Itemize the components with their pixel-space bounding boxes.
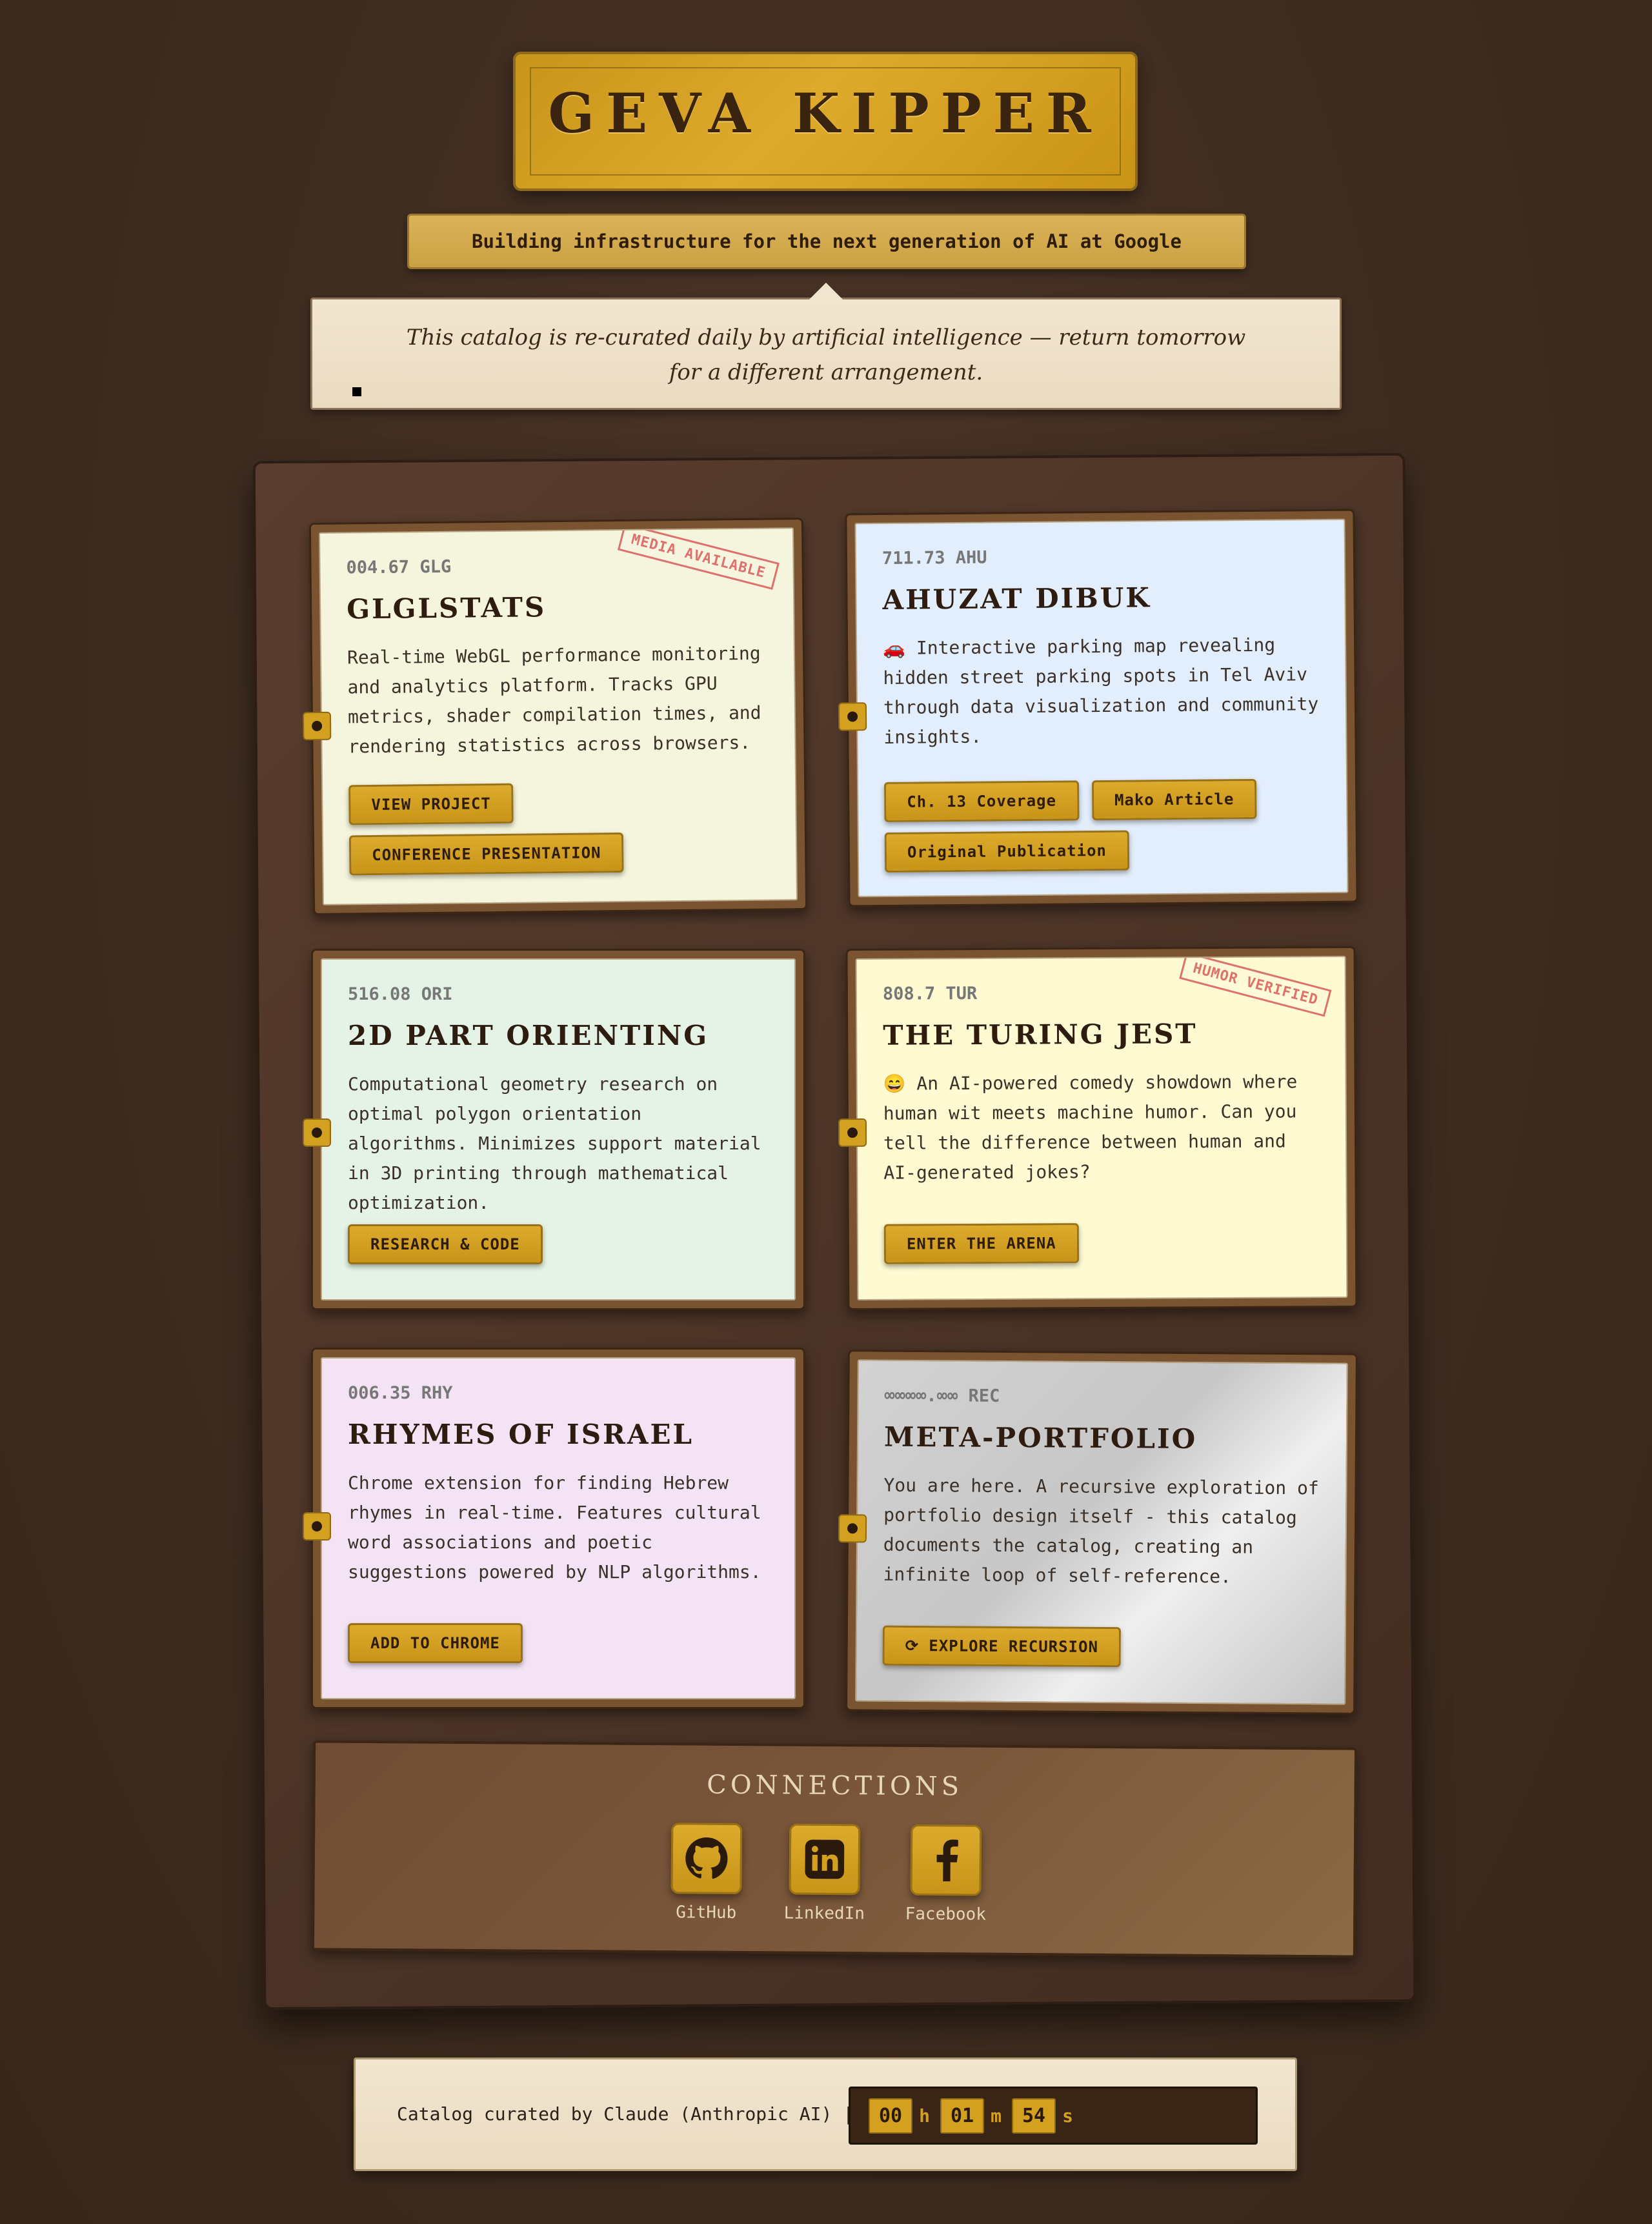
card-description: 🚗 Interactive parking map revealing hidd… (883, 634, 1319, 748)
ch13-coverage-button[interactable]: Ch. 13 Coverage (883, 780, 1080, 822)
card-title: 2D PART ORIENTING (348, 1020, 709, 1051)
notice-pointer (809, 283, 843, 299)
card-description: Chrome extension for finding Hebrew rhym… (348, 1472, 761, 1582)
title-plate: GEVA KIPPER (513, 52, 1138, 191)
tagline-plate: Building infrastructure for the next gen… (407, 214, 1246, 269)
card-title: GLGLSTATS (346, 591, 547, 625)
project-card-glglstats[interactable]: 004.67 GLG GLGLSTATS Real-time WebGL per… (302, 518, 808, 915)
card-face: 516.08 ORI 2D PART ORIENTING Computation… (321, 958, 796, 1300)
card-face: ∞∞∞∞.∞∞ REC META-PORTFOLIO You are here.… (855, 1359, 1348, 1705)
mako-article-button[interactable]: Mako Article (1091, 778, 1257, 821)
conference-presentation-button[interactable]: CONFERENCE PRESENTATION (348, 832, 624, 876)
card-title: META-PORTFOLIO (883, 1420, 1198, 1455)
research-code-button[interactable]: RESEARCH & CODE (348, 1224, 543, 1264)
linkedin-link[interactable]: LinkedIn (779, 1823, 870, 1923)
timer-minutes-unit: m (991, 2105, 1002, 2127)
card-description: 😄 An AI-powered comedy showdown where hu… (883, 1071, 1298, 1184)
timer-hours-unit: h (919, 2105, 930, 2127)
explore-recursion-button[interactable]: ⟳ EXPLORE RECURSION (882, 1625, 1122, 1668)
card-face: 006.35 RHY RHYMES OF ISRAEL Chrome exten… (321, 1357, 796, 1699)
project-card-2d-part-orienting[interactable]: 516.08 ORI 2D PART ORIENTING Computation… (303, 949, 805, 1310)
card-tab (838, 1118, 867, 1147)
bullet-marker (352, 387, 361, 396)
call-number: 516.08 ORI (348, 984, 453, 1004)
github-label: GitHub (676, 1903, 737, 1923)
project-card-ahuzat-dibuk[interactable]: 711.73 AHU AHUZAT DIBUK 🚗 Interactive pa… (838, 509, 1358, 907)
page-title: GEVA KIPPER (548, 81, 1103, 145)
card-face: 808.7 TUR THE TURING JEST 😄 An AI-powere… (855, 956, 1348, 1300)
card-tab (838, 1514, 867, 1543)
card-title: THE TURING JEST (883, 1018, 1198, 1051)
timer-minutes: 01 (940, 2098, 985, 2134)
github-icon[interactable] (670, 1823, 743, 1894)
footer: Catalog curated by Claude (Anthropic AI)… (354, 2057, 1297, 2171)
timer-hours: 00 (869, 2098, 913, 2134)
facebook-link[interactable]: Facebook (900, 1824, 991, 1925)
card-description: Computational geometry research on optim… (348, 1073, 761, 1213)
view-project-button[interactable]: VIEW PROJECT (348, 783, 514, 825)
card-tab (838, 702, 867, 731)
project-card-meta-portfolio[interactable]: ∞∞∞∞.∞∞ REC META-PORTFOLIO You are here.… (838, 1350, 1358, 1715)
original-publication-button[interactable]: Original Publication (884, 830, 1130, 873)
connections-panel: CONNECTIONS GitHub LinkedIn Facebook (311, 1740, 1358, 1958)
curation-notice: This catalog is re-curated daily by arti… (310, 283, 1342, 410)
linkedin-icon[interactable] (789, 1823, 861, 1895)
card-description: Real-time WebGL performance monitoring a… (347, 642, 761, 758)
card-face: 004.67 GLG GLGLSTATS Real-time WebGL per… (318, 527, 798, 905)
card-title: AHUZAT DIBUK (882, 581, 1152, 616)
project-card-rhymes-of-israel[interactable]: 006.35 RHY RHYMES OF ISRAEL Chrome exten… (303, 1348, 805, 1709)
call-number: ∞∞∞∞.∞∞ REC (884, 1385, 1000, 1406)
facebook-icon[interactable] (910, 1824, 982, 1896)
card-tab (303, 1512, 331, 1541)
github-link[interactable]: GitHub (661, 1823, 752, 1923)
card-tab (302, 711, 332, 741)
call-number: 711.73 AHU (881, 547, 987, 569)
tagline: Building infrastructure for the next gen… (472, 230, 1182, 252)
facebook-label: Facebook (905, 1904, 987, 1925)
card-face: 711.73 AHU AHUZAT DIBUK 🚗 Interactive pa… (854, 518, 1349, 898)
countdown-timer: 00 h 01 m 54 s (849, 2087, 1258, 2145)
connections-title: CONNECTIONS (707, 1770, 963, 1802)
project-card-turing-jest[interactable]: 808.7 TUR THE TURING JEST 😄 An AI-powere… (838, 945, 1358, 1311)
card-tab (303, 1118, 331, 1147)
call-number: 006.35 RHY (348, 1383, 453, 1403)
linkedin-label: LinkedIn (783, 1903, 865, 1924)
enter-arena-button[interactable]: ENTER THE ARENA (883, 1223, 1079, 1264)
card-title: RHYMES OF ISRAEL (348, 1419, 694, 1450)
timer-seconds: 54 (1011, 2098, 1056, 2134)
timer-seconds-unit: s (1062, 2105, 1073, 2127)
notice-text: This catalog is re-curated daily by arti… (406, 325, 1246, 385)
add-to-chrome-button[interactable]: ADD TO CHROME (348, 1623, 523, 1663)
card-description: You are here. A recursive exploration of… (883, 1474, 1319, 1588)
footer-credit: Catalog curated by Claude (Anthropic AI)… (397, 2103, 854, 2125)
